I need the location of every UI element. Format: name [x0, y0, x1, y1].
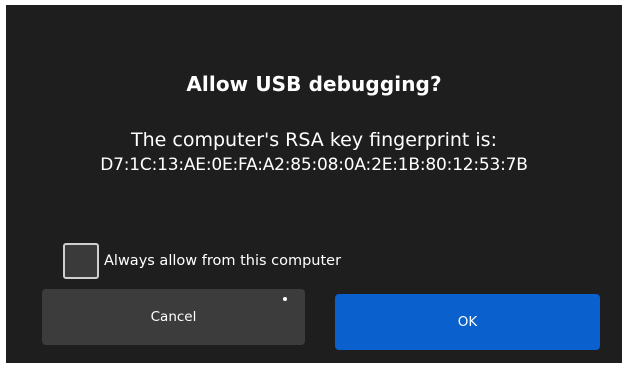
ok-button[interactable]: OK [335, 294, 600, 350]
always-allow-row[interactable]: Always allow from this computer [63, 243, 341, 279]
cancel-button[interactable]: Cancel [42, 289, 305, 345]
fingerprint-intro: The computer's RSA key fingerprint is: [131, 129, 497, 151]
dialog-message: The computer's RSA key fingerprint is: D… [6, 128, 622, 178]
dialog-title: Allow USB debugging? [186, 72, 442, 96]
usb-debugging-dialog: Allow USB debugging? The computer's RSA … [6, 5, 622, 363]
always-allow-checkbox[interactable] [63, 243, 99, 279]
always-allow-label[interactable]: Always allow from this computer [104, 253, 341, 269]
rsa-fingerprint: D7:1C:13:AE:0E:FA:A2:85:08:0A:2E:1B:80:1… [100, 155, 528, 175]
touch-indicator-dot [283, 297, 287, 301]
